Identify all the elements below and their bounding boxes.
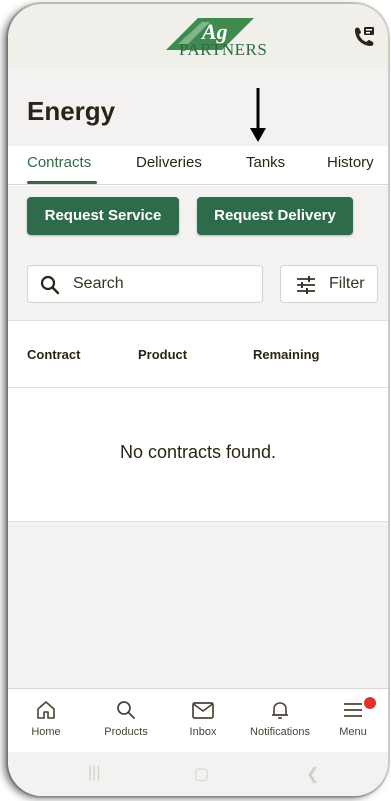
back-system-icon[interactable]: ❮ xyxy=(306,764,319,784)
bell-icon xyxy=(272,702,288,719)
nav-menu-label: Menu xyxy=(339,726,367,738)
column-header-product: Product xyxy=(138,347,188,362)
annotation-arrow xyxy=(250,88,266,142)
contracts-table-header: Contract Product Remaining xyxy=(8,320,388,388)
menu-icon xyxy=(344,703,362,717)
tabs-divider xyxy=(8,184,388,185)
phone-screen: Ag PARTNERS Energy Contracts Deliveries … xyxy=(8,4,388,796)
nav-home[interactable]: Home xyxy=(8,699,84,738)
search-input[interactable]: Search xyxy=(27,265,263,303)
tab-contracts[interactable]: Contracts xyxy=(27,154,91,171)
nav-notifications[interactable]: Notifications xyxy=(240,699,320,738)
request-service-button[interactable]: Request Service xyxy=(27,197,179,235)
nav-menu[interactable]: Menu xyxy=(320,697,386,738)
filter-label: Filter xyxy=(329,275,365,292)
nav-inbox[interactable]: Inbox xyxy=(165,699,241,738)
menu-notification-badge xyxy=(364,697,376,709)
nav-products[interactable]: Products xyxy=(88,699,164,738)
page-title: Energy xyxy=(27,96,116,126)
search-icon xyxy=(40,275,60,295)
nav-notifications-label: Notifications xyxy=(250,726,310,738)
energy-page: Energy Contracts Deliveries Tanks Histor… xyxy=(8,68,388,688)
nav-inbox-label: Inbox xyxy=(189,726,217,738)
nav-products-label: Products xyxy=(104,726,148,738)
recents-system-icon[interactable]: ||| xyxy=(88,764,100,782)
app-header: Ag PARTNERS xyxy=(8,4,388,68)
mail-icon xyxy=(192,702,214,719)
system-navigation-bar: ||| ▢ ❮ xyxy=(8,752,388,796)
filter-button[interactable]: Filter xyxy=(280,265,378,303)
search-label: Search xyxy=(73,275,124,292)
filter-sliders-icon xyxy=(297,276,315,294)
column-header-contract: Contract xyxy=(27,347,81,362)
column-header-remaining: Remaining xyxy=(253,347,320,362)
empty-state: No contracts found. xyxy=(8,388,388,522)
phone-contact-icon[interactable] xyxy=(351,24,377,50)
request-delivery-button[interactable]: Request Delivery xyxy=(197,197,353,235)
tab-tanks[interactable]: Tanks xyxy=(246,154,285,171)
empty-state-message: No contracts found. xyxy=(119,442,277,462)
energy-tabs: Contracts Deliveries Tanks History xyxy=(8,146,388,186)
home-system-icon[interactable]: ▢ xyxy=(194,764,209,784)
logo-text: PARTNERS xyxy=(179,40,268,59)
home-icon xyxy=(37,701,55,719)
nav-home-label: Home xyxy=(31,726,61,738)
search-icon xyxy=(117,701,135,719)
tab-history[interactable]: History xyxy=(327,154,374,171)
tab-deliveries[interactable]: Deliveries xyxy=(136,154,202,171)
bottom-navigation: Home Products Inbox Notifications Menu xyxy=(8,688,388,752)
